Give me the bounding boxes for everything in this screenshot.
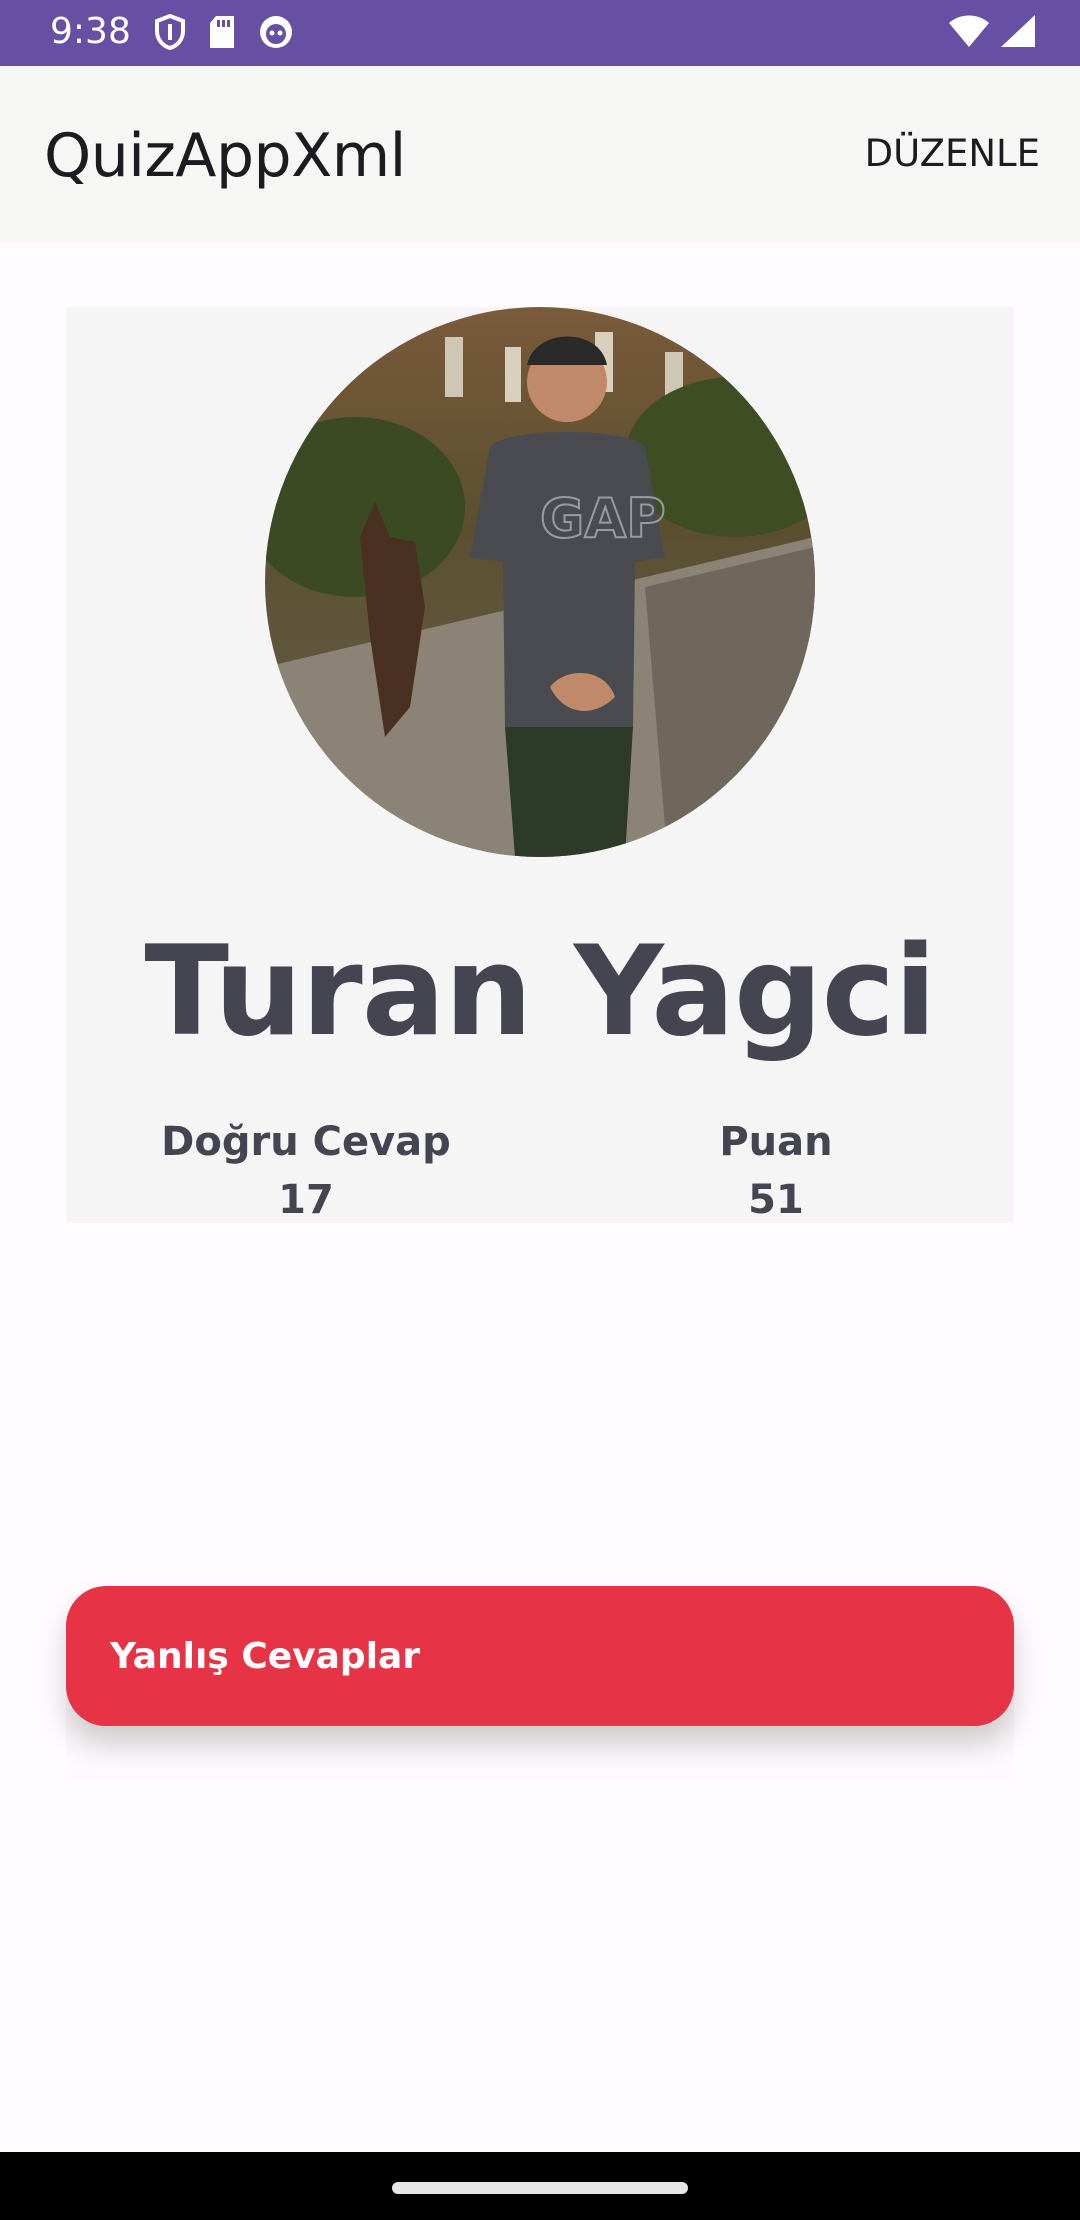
score-label: Puan bbox=[719, 1119, 833, 1165]
home-handle[interactable] bbox=[392, 2182, 688, 2194]
score-stat: Puan 51 bbox=[626, 1113, 926, 1229]
sd-card-icon bbox=[208, 15, 236, 54]
status-bar: 9:38 bbox=[0, 0, 1080, 66]
score-value: 51 bbox=[748, 1177, 804, 1223]
svg-text:GAP: GAP bbox=[540, 487, 666, 550]
signal-icon bbox=[1000, 14, 1036, 53]
app-title: QuizAppXml bbox=[44, 121, 406, 191]
correct-answers-label: Doğru Cevap bbox=[161, 1119, 451, 1165]
correct-answers-value: 17 bbox=[278, 1177, 334, 1223]
app-bar: QuizAppXml DÜZENLE bbox=[0, 66, 1080, 242]
edit-button[interactable]: DÜZENLE bbox=[859, 130, 1046, 178]
correct-answers-stat: Doğru Cevap 17 bbox=[86, 1113, 526, 1229]
wrong-answers-button[interactable]: Yanlış Cevaplar bbox=[66, 1586, 1014, 1726]
profile-photo: GAP bbox=[265, 307, 815, 857]
wifi-icon bbox=[948, 14, 990, 53]
user-name: Turan Yagci bbox=[144, 920, 936, 1064]
profile-card: GAP Turan Yagci Doğru Cevap 17 Puan 51 bbox=[66, 307, 1014, 1223]
avatar: GAP bbox=[265, 307, 815, 857]
status-icons-left bbox=[154, 13, 294, 55]
status-icons-right bbox=[948, 14, 1036, 53]
shield-icon bbox=[154, 13, 186, 55]
navigation-bar bbox=[0, 2152, 1080, 2220]
status-time: 9:38 bbox=[50, 11, 131, 52]
cat-face-icon bbox=[258, 14, 294, 55]
